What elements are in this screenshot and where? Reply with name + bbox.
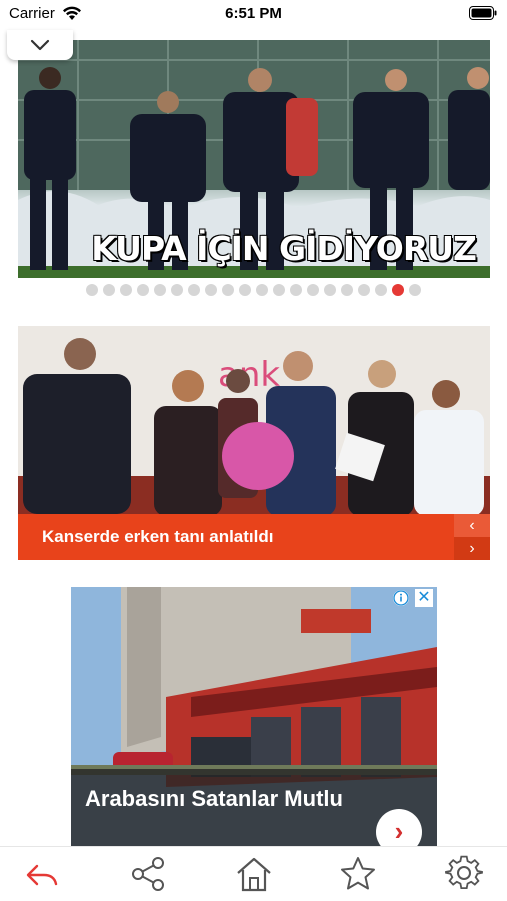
pagination-dot[interactable] xyxy=(86,284,98,296)
pagination-dot[interactable] xyxy=(324,284,336,296)
ad-info-icon[interactable] xyxy=(393,590,409,606)
ad-title: Arabasını Satanlar Mutlu xyxy=(85,786,343,811)
pagination-dot[interactable] xyxy=(137,284,149,296)
pagination-dot[interactable] xyxy=(341,284,353,296)
news-caption: Kanserde erken tanı anlatıldı xyxy=(42,527,274,546)
news-card[interactable]: ank Kanserde erken tanı anlatıldı ‹ › xyxy=(18,326,490,560)
next-news-button[interactable]: › xyxy=(454,537,490,560)
settings-button[interactable] xyxy=(444,854,484,894)
collapse-button[interactable] xyxy=(7,30,73,60)
pagination-dot-active[interactable] xyxy=(392,284,404,296)
pagination-dot[interactable] xyxy=(409,284,421,296)
star-icon xyxy=(341,857,375,890)
ad-close-icon[interactable]: ✕ xyxy=(415,589,433,607)
pagination-dot[interactable] xyxy=(239,284,251,296)
back-icon xyxy=(26,864,58,886)
pagination-dot[interactable] xyxy=(154,284,166,296)
pagination-dot[interactable] xyxy=(375,284,387,296)
back-button[interactable] xyxy=(22,854,62,894)
ad-open-button[interactable]: › xyxy=(376,809,422,849)
hero-caption: KUPA İÇİN GİDİYORUZ xyxy=(91,229,477,268)
pagination-dot[interactable] xyxy=(358,284,370,296)
pagination-dot[interactable] xyxy=(290,284,302,296)
pagination-dot[interactable] xyxy=(205,284,217,296)
ad-banner[interactable]: ✕ Arabasını Satanlar Mutlu › xyxy=(71,587,437,849)
pagination-dot[interactable] xyxy=(188,284,200,296)
home-button[interactable] xyxy=(234,854,274,894)
pagination-dot[interactable] xyxy=(256,284,268,296)
share-button[interactable] xyxy=(129,854,169,894)
share-icon xyxy=(132,857,164,891)
slider-pagination[interactable] xyxy=(0,284,507,296)
settings-icon xyxy=(445,855,483,890)
bottom-toolbar xyxy=(0,846,507,901)
battery-icon xyxy=(469,6,497,20)
hero-slide[interactable]: KUPA İÇİN GİDİYORUZ xyxy=(18,40,490,278)
pagination-dot[interactable] xyxy=(222,284,234,296)
pagination-dot[interactable] xyxy=(307,284,319,296)
pagination-dot[interactable] xyxy=(103,284,115,296)
favorites-button[interactable] xyxy=(338,854,378,894)
news-caption-bar: Kanserde erken tanı anlatıldı xyxy=(18,514,454,560)
pagination-dot[interactable] xyxy=(120,284,132,296)
pagination-dot[interactable] xyxy=(171,284,183,296)
home-icon xyxy=(237,857,271,892)
status-bar: Carrier 6:51 PM xyxy=(0,0,507,30)
prev-news-button[interactable]: ‹ xyxy=(454,514,490,537)
chevron-down-icon xyxy=(30,39,50,51)
clock: 6:51 PM xyxy=(225,5,282,22)
pagination-dot[interactable] xyxy=(273,284,285,296)
